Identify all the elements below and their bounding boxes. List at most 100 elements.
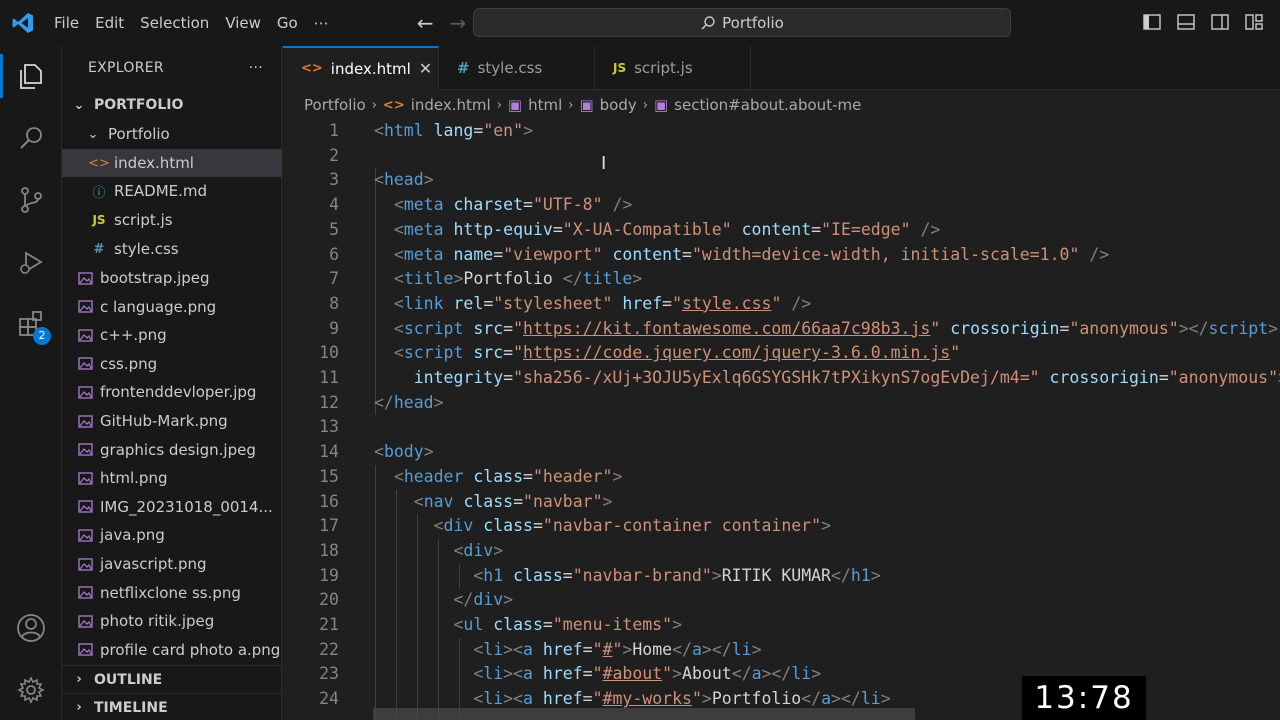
breadcrumb: Portfolio › <> index.html › ▣ html › ▣ b… xyxy=(304,94,861,116)
image-file-icon xyxy=(76,614,94,629)
image-file-item[interactable]: profile card photo a.png xyxy=(62,636,282,664)
chevron-right-icon: › xyxy=(371,97,377,113)
code-line: 10 <script src="https://code.jquery.com/… xyxy=(319,343,961,363)
source-control-icon[interactable] xyxy=(0,172,62,228)
css-file-icon: # xyxy=(457,59,470,77)
code-line: 12 </head> xyxy=(319,392,444,412)
file-label: html.png xyxy=(100,469,168,488)
timeline-label: TIMELINE xyxy=(94,699,168,716)
css-file-icon: # xyxy=(93,241,105,257)
image-file-icon xyxy=(76,557,94,572)
tab-style-css[interactable]: # style.css xyxy=(439,46,595,90)
image-file-icon xyxy=(76,356,94,371)
element-icon: ▣ xyxy=(653,96,669,114)
chevron-right-icon: › xyxy=(76,672,82,687)
image-file-item[interactable]: c language.png xyxy=(62,293,282,321)
back-arrow-icon[interactable]: ← xyxy=(417,11,434,35)
image-file-item[interactable]: frontenddevloper.jpg xyxy=(62,378,282,406)
extensions-badge: 2 xyxy=(33,327,51,345)
search-icon[interactable] xyxy=(0,110,62,166)
code-line: 6 <meta name="viewport" content="width=d… xyxy=(329,244,1110,264)
image-file-item[interactable]: c++.png xyxy=(62,321,282,349)
menu-file[interactable]: File xyxy=(46,0,87,46)
file-item-readme[interactable]: ⓘ README.md xyxy=(62,177,282,205)
tab-script-js[interactable]: JS script.js xyxy=(595,46,751,90)
customize-layout-icon[interactable] xyxy=(1244,12,1264,32)
extensions-icon[interactable]: 2 xyxy=(0,296,62,352)
explorer-header: EXPLORER ··· xyxy=(62,46,281,90)
text-cursor-icon: I xyxy=(601,153,607,174)
workspace-root-label: PORTFOLIO xyxy=(94,97,184,113)
menu-bar: File Edit Selection View Go ⋯ xyxy=(46,0,337,46)
file-label: README.md xyxy=(114,182,208,200)
folder-label: Portfolio xyxy=(108,125,170,143)
chevron-right-icon: › xyxy=(568,97,574,113)
breadcrumb-item[interactable]: html xyxy=(528,96,562,114)
code-editor[interactable]: 1 <html lang="en"> 2 3 <head> 4 <meta char… xyxy=(283,119,1280,720)
menu-more[interactable]: ⋯ xyxy=(306,0,337,46)
chevron-down-icon: ⌄ xyxy=(73,97,85,113)
code-line: 18 <div> xyxy=(319,540,504,560)
image-file-icon xyxy=(76,442,94,457)
code-line: 3 <head> xyxy=(329,170,434,190)
forward-arrow-icon[interactable]: → xyxy=(450,11,467,35)
breadcrumb-item[interactable]: body xyxy=(600,96,637,114)
menu-view[interactable]: View xyxy=(217,0,269,46)
file-item-index-html[interactable]: <> index.html xyxy=(62,149,282,177)
code-line: 2 xyxy=(329,145,339,165)
image-file-item[interactable]: css.png xyxy=(62,350,282,378)
image-file-icon xyxy=(76,499,94,514)
explorer-title: EXPLORER xyxy=(88,60,164,76)
image-file-item[interactable]: html.png xyxy=(62,464,282,492)
image-file-item[interactable]: GitHub-Mark.png xyxy=(62,407,282,435)
workspace-root[interactable]: ⌄ PORTFOLIO xyxy=(62,91,282,119)
file-label: frontenddevloper.jpg xyxy=(100,383,257,402)
tab-label: script.js xyxy=(634,59,693,77)
file-label: style.css xyxy=(114,240,179,258)
vscode-logo-icon xyxy=(0,0,46,46)
breadcrumb-item[interactable]: section#about.about-me xyxy=(674,96,861,114)
file-item-script-js[interactable]: JS script.js xyxy=(62,206,282,234)
horizontal-scrollbar[interactable] xyxy=(373,708,915,720)
image-file-icon xyxy=(76,385,94,400)
file-item-style-css[interactable]: # style.css xyxy=(62,235,282,263)
toggle-panel-icon[interactable] xyxy=(1176,12,1196,32)
image-file-item[interactable]: javascript.png xyxy=(62,550,282,578)
breadcrumb-item[interactable]: Portfolio xyxy=(304,96,366,114)
outline-label: OUTLINE xyxy=(94,671,163,688)
title-bar: File Edit Selection View Go ⋯ ← → Portfo… xyxy=(0,0,1280,46)
manage-gear-icon[interactable] xyxy=(0,662,62,718)
folder-portfolio[interactable]: ⌄ Portfolio xyxy=(62,120,282,148)
explorer-more-actions-button[interactable]: ··· xyxy=(249,60,263,76)
image-file-item[interactable]: graphics design.jpeg xyxy=(62,436,282,464)
image-file-item[interactable]: netflixclone ss.png xyxy=(62,579,282,607)
explorer-icon[interactable] xyxy=(0,48,62,104)
menu-selection[interactable]: Selection xyxy=(132,0,217,46)
code-line: 9 <script src="https://kit.fontawesome.c… xyxy=(329,318,1279,338)
accounts-icon[interactable] xyxy=(0,600,62,656)
timeline-section[interactable]: › TIMELINE xyxy=(62,693,282,720)
code-line: 17 <div class="navbar-container containe… xyxy=(319,516,831,536)
layout-controls xyxy=(1142,12,1264,32)
tab-index-html[interactable]: <> index.html ✕ xyxy=(283,46,439,90)
outline-section[interactable]: › OUTLINE xyxy=(62,665,282,693)
menu-edit[interactable]: Edit xyxy=(87,0,132,46)
close-icon[interactable]: ✕ xyxy=(419,59,432,78)
chevron-right-icon: › xyxy=(496,97,502,113)
command-center-label: Portfolio xyxy=(722,13,784,32)
toggle-secondary-sidebar-icon[interactable] xyxy=(1210,12,1230,32)
chevron-right-icon: › xyxy=(76,700,82,715)
command-center-search[interactable]: Portfolio xyxy=(473,8,1011,37)
breadcrumb-item[interactable]: index.html xyxy=(411,96,491,114)
code-line: 22 <li><a href="#">Home</a></li> xyxy=(319,639,762,659)
image-file-item[interactable]: photo ritik.jpeg xyxy=(62,607,282,635)
navigation-arrows: ← → xyxy=(417,11,467,35)
image-file-item[interactable]: IMG_20231018_0014... xyxy=(62,493,282,521)
code-line: 7 <title>Portfolio </title> xyxy=(329,269,643,289)
image-file-icon xyxy=(76,299,94,314)
menu-go[interactable]: Go xyxy=(269,0,306,46)
run-and-debug-icon[interactable] xyxy=(0,234,62,290)
image-file-item[interactable]: java.png xyxy=(62,521,282,549)
toggle-primary-sidebar-icon[interactable] xyxy=(1142,12,1162,32)
image-file-item[interactable]: bootstrap.jpeg xyxy=(62,264,282,292)
